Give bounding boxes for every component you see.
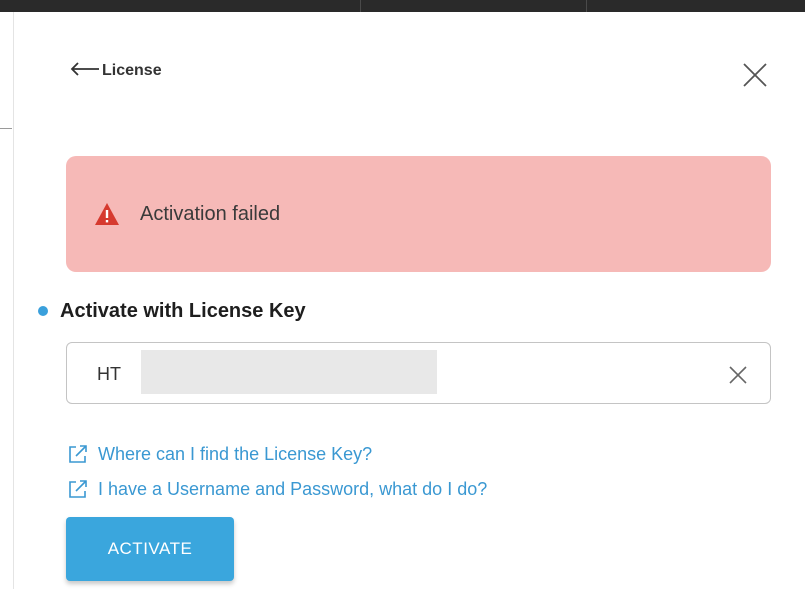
- username-password-label: I have a Username and Password, what do …: [98, 478, 488, 499]
- license-key-label: Activate with License Key: [60, 299, 306, 322]
- activate-button[interactable]: ACTIVATE: [66, 517, 234, 581]
- left-edge-tick: [0, 128, 12, 129]
- clear-input-button[interactable]: [725, 362, 751, 388]
- back-label: License: [102, 62, 162, 79]
- warning-triangle-icon: [94, 202, 120, 226]
- license-key-field: [66, 342, 771, 404]
- license-key-input[interactable]: [97, 360, 137, 388]
- clear-icon: [725, 366, 751, 392]
- back-to-license-button[interactable]: License: [70, 59, 162, 83]
- arrow-left-icon: [70, 61, 100, 81]
- top-bar-divider: [586, 0, 587, 12]
- left-edge-divider: [0, 12, 14, 589]
- find-license-key-label: Where can I find the License Key?: [98, 443, 373, 464]
- external-link-icon: [68, 444, 88, 464]
- license-panel: License Activation failed Activate with …: [14, 12, 805, 589]
- license-key-option[interactable]: Activate with License Key: [38, 298, 306, 324]
- close-icon: [740, 63, 770, 94]
- window-top-bar: [0, 0, 805, 12]
- redacted-key-mask: [141, 350, 437, 394]
- close-button[interactable]: [740, 60, 770, 90]
- alert-message: Activation failed: [140, 202, 281, 225]
- top-bar-divider: [360, 0, 361, 12]
- find-license-key-link[interactable]: Where can I find the License Key?: [68, 442, 372, 466]
- selected-option-dot-icon: [38, 306, 48, 316]
- username-password-link[interactable]: I have a Username and Password, what do …: [68, 477, 487, 501]
- activation-error-alert: Activation failed: [66, 156, 771, 272]
- external-link-icon: [68, 479, 88, 499]
